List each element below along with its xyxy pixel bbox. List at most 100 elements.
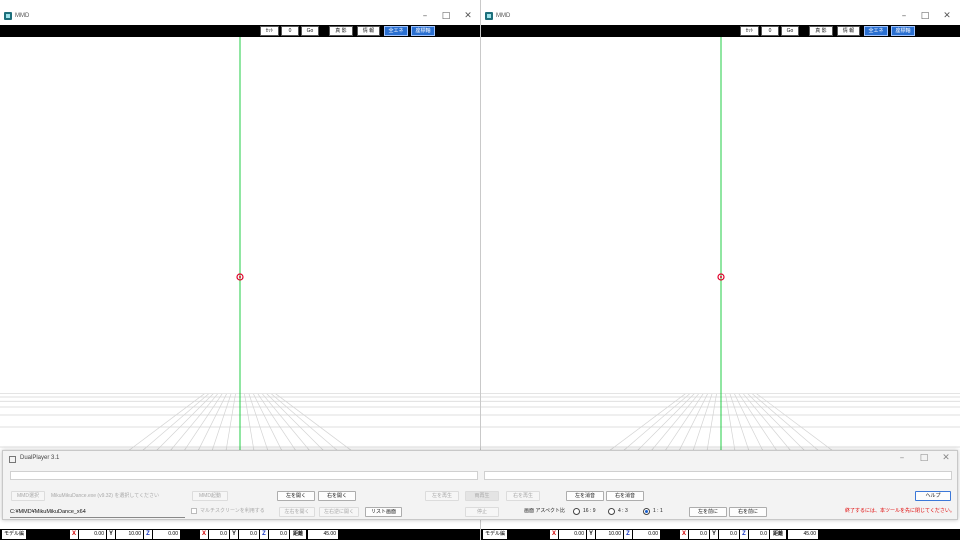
left-front-button[interactable]: 左を前に [689,507,727,517]
rot-y-field[interactable]: 0.0 [719,530,739,539]
minimize-icon[interactable]: – [893,10,915,22]
frame-input[interactable]: 0 [761,26,779,36]
play-both-button[interactable]: 両再生 [465,491,499,501]
help-button[interactable]: ヘルプ [915,491,951,501]
frame-input[interactable]: 0 [281,26,299,36]
left-progress-bar[interactable] [10,471,478,480]
grid-line [692,393,713,453]
grid-line [270,393,341,453]
grid-line [244,393,255,453]
dualplayer-title: DualPlayer 3.1 [20,455,60,461]
mute-right-button[interactable]: 右を消音 [606,491,644,501]
info-button[interactable]: 情 報 [357,26,380,36]
info-button[interactable]: 情 報 [837,26,860,36]
minimize-icon[interactable]: – [414,10,436,22]
multiscreen-label: マルチスクリーンを利用する [200,508,265,514]
minimize-icon[interactable]: – [891,452,913,464]
rot-z-field[interactable]: 0.0 [749,530,769,539]
maximize-icon[interactable]: □ [435,10,457,22]
rot-z-label: Z [260,530,268,539]
mmd-toolbar: ｾｯﾄ 0 Go 真 影 情 報 全エネ 座標軸 [0,25,480,37]
3d-viewport[interactable] [0,37,480,519]
grid-line [139,393,210,453]
multiscreen-checkbox[interactable] [191,508,197,514]
mode-label: モデル編 [2,530,27,539]
maximize-icon[interactable]: □ [914,10,936,22]
window-title: MMD [15,13,30,19]
go-button[interactable]: Go [301,26,319,36]
pos-z-field[interactable]: 0.00 [633,530,660,539]
open-both-button[interactable]: 左右を開く [279,507,315,517]
grid-line [275,393,355,453]
distance-field[interactable]: 45.00 [788,530,818,539]
rot-x-field[interactable]: 0.0 [209,530,229,539]
mmd-path-field[interactable]: C:¥MMD¥MikuMikuDance_x64 [10,507,185,518]
axis-button[interactable]: 座標軸 [411,26,435,36]
close-icon[interactable]: ✕ [936,10,958,22]
title-bar[interactable]: MMD – □ ✕ [0,0,480,25]
mmd-toolbar: ｾｯﾄ 0 Go 真 影 情 報 全エネ 座標軸 [481,25,960,37]
mmd-app-icon [4,12,12,20]
rot-x-field[interactable]: 0.0 [689,530,709,539]
play-right-button[interactable]: 右を再生 [506,491,540,501]
close-icon[interactable]: ✕ [457,10,479,22]
mute-left-button[interactable]: 左を消音 [566,491,604,501]
axis-button[interactable]: 座標軸 [891,26,915,36]
mmd-select-button[interactable]: MMD選択 [11,491,45,501]
grid-line [266,393,326,453]
pos-x-field[interactable]: 0.00 [79,530,106,539]
physics-button[interactable]: 全エネ [384,26,408,36]
pos-y-field[interactable]: 10.00 [116,530,143,539]
grid-line [211,393,232,453]
maximize-icon[interactable]: □ [913,452,935,464]
aspect-4-3-radio[interactable] [608,508,615,515]
physics-button[interactable]: 全エネ [864,26,888,36]
pos-z-label: Z [624,530,632,539]
open-left-button[interactable]: 左を開く [277,491,315,501]
distance-label: 距離 [770,530,786,539]
stop-button[interactable]: 停止 [465,507,499,517]
open-right-button[interactable]: 右を開く [318,491,356,501]
grid-line [635,393,695,453]
set-button[interactable]: ｾｯﾄ [740,26,759,36]
aspect-1-1-radio[interactable] [643,508,650,515]
3d-viewport[interactable] [481,37,960,519]
rot-z-field[interactable]: 0.0 [269,530,289,539]
aspect-4-3-label: 4 : 3 [618,508,628,514]
set-button[interactable]: ｾｯﾄ [260,26,279,36]
aspect-16-9-radio[interactable] [573,508,580,515]
play-left-button[interactable]: 左を再生 [425,491,459,501]
pos-z-field[interactable]: 0.00 [153,530,180,539]
open-reverse-button[interactable]: 左右逆に開く [319,507,359,517]
exit-warning-text: 終了するには、本ツールを先に閉じてください。 [845,508,955,514]
pos-x-field[interactable]: 0.00 [559,530,586,539]
grid-line [677,393,708,453]
grid-line [729,393,750,453]
mode-label: モデル編 [483,530,508,539]
window-title: MMD [496,13,511,19]
mmd-launch-button[interactable]: MMD起動 [192,491,228,501]
shadow-button[interactable]: 真 影 [329,26,353,36]
close-icon[interactable]: ✕ [935,452,957,464]
pos-x-label: X [70,530,78,539]
list-screen-button[interactable]: リスト画面 [365,507,402,517]
rot-z-label: Z [740,530,748,539]
right-progress-bar[interactable] [484,471,952,480]
mmd-hint-text: MikuMikuDance.exe (v9.32) を選択してください [51,493,160,499]
aspect-16-9-label: 16 : 9 [583,508,596,514]
rot-y-label: Y [710,530,718,539]
distance-field[interactable]: 45.00 [308,530,338,539]
grid-line [663,393,704,453]
grid-line [125,393,205,453]
rot-x-label: X [680,530,688,539]
status-bar: モデル編 X 0.00 Y 10.00 Z 0.00 X 0.0 Y 0.0 Z… [0,519,480,540]
rot-y-field[interactable]: 0.0 [239,530,259,539]
grid-line [747,393,807,453]
aspect-1-1-label: 1 : 1 [653,508,663,514]
pos-y-field[interactable]: 10.00 [596,530,623,539]
go-button[interactable]: Go [781,26,799,36]
shadow-button[interactable]: 真 影 [809,26,833,36]
dualplayer-window: DualPlayer 3.1 – □ ✕ MMD選択 MikuMikuDance… [2,450,958,520]
title-bar[interactable]: MMD – □ ✕ [481,0,960,25]
right-front-button[interactable]: 右を前に [729,507,767,517]
